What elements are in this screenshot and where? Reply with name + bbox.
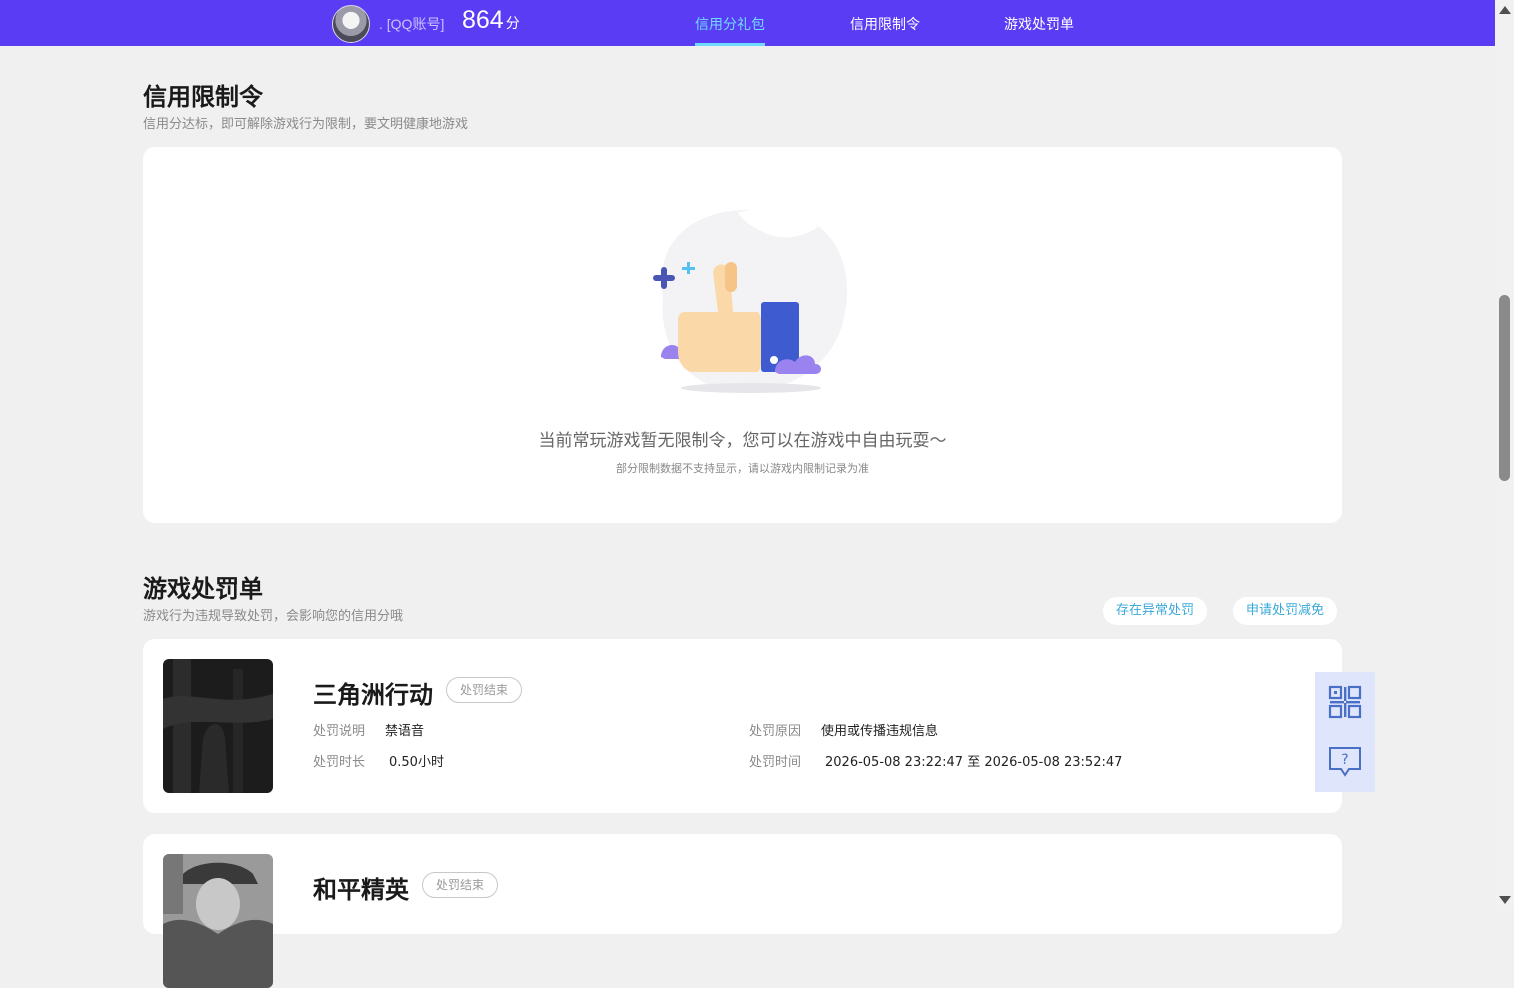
penalty-status-badge: 处罚结束	[446, 677, 523, 703]
penalty-status-badge: 处罚结束	[422, 872, 499, 898]
game-name: 三角洲行动	[313, 681, 433, 709]
empty-restriction-note: 部分限制数据不支持显示，请以游戏内限制记录为准	[616, 462, 869, 475]
help-chat-icon: ?	[1329, 747, 1361, 777]
scroll-down-arrow-icon[interactable]	[1499, 896, 1511, 904]
restriction-subtitle: 信用分达标，即可解除游戏行为限制，要文明健康地游戏	[143, 117, 469, 132]
qr-code-icon	[1328, 685, 1362, 719]
penalty-title: 游戏处罚单	[143, 575, 263, 603]
credit-score-value: 864	[462, 6, 504, 34]
report-abnormal-penalty-button[interactable]: 存在异常处罚	[1103, 597, 1208, 625]
restriction-title: 信用限制令	[143, 83, 263, 111]
avatar[interactable]	[332, 5, 370, 43]
penalty-duration-label: 处罚时长	[313, 755, 366, 770]
nav-tab-gift-package[interactable]: 信用分礼包	[695, 14, 765, 34]
restriction-card: 当前常玩游戏暂无限制令，您可以在游戏中自由玩耍～ 部分限制数据不支持显示，请以游…	[143, 147, 1342, 523]
svg-text:?: ?	[1341, 752, 1348, 768]
thumbs-up-illustration-icon	[653, 209, 848, 393]
penalty-desc-label: 处罚说明	[313, 724, 366, 739]
credit-score-unit: 分	[505, 15, 520, 31]
apply-penalty-reduction-button[interactable]: 申请处罚减免	[1233, 597, 1338, 625]
empty-restriction-message: 当前常玩游戏暂无限制令，您可以在游戏中自由玩耍～	[538, 431, 947, 451]
game-name: 和平精英	[313, 876, 409, 904]
penalty-record-card[interactable]: 和平精英 处罚结束	[143, 834, 1342, 988]
penalty-reason-label: 处罚原因	[749, 724, 802, 739]
penalty-desc-value: 禁语音	[385, 724, 425, 739]
penalty-subtitle: 游戏行为违规导致处罚，会影响您的信用分哦	[143, 609, 404, 624]
help-feedback-button[interactable]: ?	[1315, 732, 1375, 792]
scroll-up-arrow-icon[interactable]	[1499, 6, 1511, 14]
nav-active-indicator	[695, 43, 765, 46]
scroll-thumb[interactable]	[1499, 295, 1510, 481]
scrollbar[interactable]	[1495, 0, 1514, 910]
penalty-record-card[interactable]: 三角洲行动 处罚结束 处罚说明 禁语音 处罚原因 使用或传播违规信息 处罚时长 …	[143, 639, 1342, 813]
penalty-time-value: 2026-05-08 23:22:47 至 2026-05-08 23:52:4…	[825, 755, 1123, 770]
nav-tab-penalty[interactable]: 游戏处罚单	[1004, 14, 1074, 34]
game-cover-image	[163, 659, 273, 793]
account-label: . [QQ账号]	[379, 16, 445, 32]
penalty-reason-value: 使用或传播违规信息	[821, 724, 939, 739]
nav-tab-restriction[interactable]: 信用限制令	[850, 14, 920, 34]
credit-score: 864 分	[462, 6, 520, 35]
penalty-duration-value: 0.50小时	[389, 755, 444, 770]
penalty-time-label: 处罚时间	[749, 755, 802, 770]
qr-code-button[interactable]	[1315, 672, 1375, 732]
game-cover-image	[163, 854, 273, 988]
top-bar: . [QQ账号] 864 分 信用分礼包 信用限制令 游戏处罚单	[0, 0, 1495, 46]
